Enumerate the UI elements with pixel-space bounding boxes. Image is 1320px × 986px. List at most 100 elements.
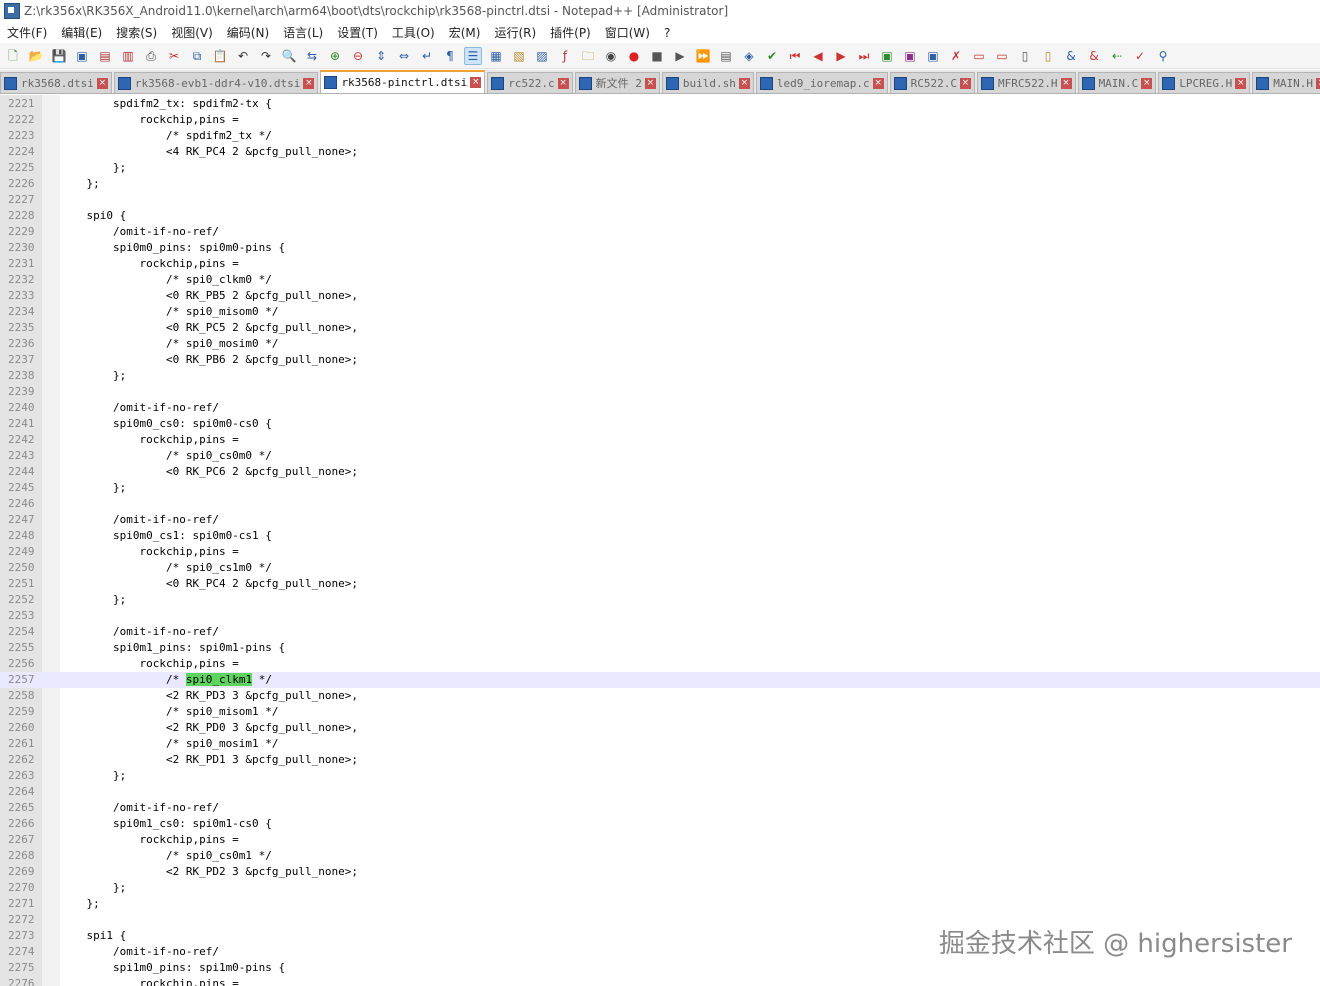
code-line[interactable]: 2221 spdifm2_tx: spdifm2-tx {: [0, 96, 1320, 112]
code-line[interactable]: 2239: [0, 384, 1320, 400]
code-line[interactable]: 2258 <2 RK_PD3 3 &pcfg_pull_none>,: [0, 688, 1320, 704]
doc-list-icon[interactable]: ▨: [533, 47, 551, 65]
tab-3[interactable]: rc522.c ×: [487, 72, 573, 93]
code-line[interactable]: 2232 /* spi0_clkm0 */: [0, 272, 1320, 288]
code-line[interactable]: 2234 /* spi0_misom0 */: [0, 304, 1320, 320]
code-line[interactable]: 2270 };: [0, 880, 1320, 896]
new-file-icon[interactable]: 🗋: [4, 47, 22, 65]
code-line[interactable]: 2254 /omit-if-no-ref/: [0, 624, 1320, 640]
code-line[interactable]: 2222 rockchip,pins =: [0, 112, 1320, 128]
code-line[interactable]: 2236 /* spi0_mosim0 */: [0, 336, 1320, 352]
menu-item-7[interactable]: 工具(O): [385, 24, 442, 41]
tab-close-icon[interactable]: ×: [738, 77, 750, 89]
code-line[interactable]: 2253: [0, 608, 1320, 624]
plugin-d-icon[interactable]: ✗: [947, 47, 965, 65]
menu-item-4[interactable]: 编码(N): [220, 24, 276, 41]
ampersand-icon[interactable]: &: [1062, 47, 1080, 65]
tab-1[interactable]: rk3568-evb1-ddr4-v10.dtsi ×: [113, 72, 319, 93]
run-macro-multiple-icon[interactable]: ⏩: [694, 47, 712, 65]
ampersand-red-icon[interactable]: &: [1085, 47, 1103, 65]
code-line[interactable]: 2256 rockchip,pins =: [0, 656, 1320, 672]
code-line[interactable]: 2250 /* spi0_cs1m0 */: [0, 560, 1320, 576]
code-line[interactable]: 2228 spi0 {: [0, 208, 1320, 224]
tab-6[interactable]: led9_ioremap.c ×: [755, 72, 888, 93]
settings-key-icon[interactable]: ⚲: [1154, 47, 1172, 65]
code-line[interactable]: 2240 /omit-if-no-ref/: [0, 400, 1320, 416]
code-line[interactable]: 2243 /* spi0_cs0m0 */: [0, 448, 1320, 464]
tab-8[interactable]: MFRC522.H ×: [976, 72, 1076, 93]
cut-icon[interactable]: ✂: [165, 47, 183, 65]
undo-icon[interactable]: ↶: [234, 47, 252, 65]
tab-close-icon[interactable]: ×: [644, 77, 656, 89]
arrow-check-icon[interactable]: ✓: [1131, 47, 1149, 65]
save-macro-icon[interactable]: ▤: [717, 47, 735, 65]
check-icon[interactable]: ✔: [763, 47, 781, 65]
tab-close-icon[interactable]: ×: [872, 77, 884, 89]
code-line[interactable]: 2245 };: [0, 480, 1320, 496]
word-wrap-icon[interactable]: ↵: [418, 47, 436, 65]
code-line[interactable]: 2225 };: [0, 160, 1320, 176]
code-line[interactable]: 2224 <4 RK_PC4 2 &pcfg_pull_none>;: [0, 144, 1320, 160]
tab-7[interactable]: RC522.C ×: [889, 72, 975, 93]
zoom-in-icon[interactable]: ⊕: [326, 47, 344, 65]
code-line[interactable]: 2231 rockchip,pins =: [0, 256, 1320, 272]
code-line[interactable]: 2227: [0, 192, 1320, 208]
tab-close-icon[interactable]: ×: [1060, 77, 1072, 89]
plugin-a-icon[interactable]: ▣: [878, 47, 896, 65]
tab-5[interactable]: build.sh ×: [661, 72, 754, 93]
code-line[interactable]: 2242 rockchip,pins =: [0, 432, 1320, 448]
find-icon[interactable]: 🔍: [280, 47, 298, 65]
udl-icon[interactable]: ▦: [487, 47, 505, 65]
code-line[interactable]: 2264: [0, 784, 1320, 800]
code-line[interactable]: 2223 /* spdifm2_tx */: [0, 128, 1320, 144]
code-line[interactable]: 2263 };: [0, 768, 1320, 784]
code-line[interactable]: 2260 <2 RK_PD0 3 &pcfg_pull_none>,: [0, 720, 1320, 736]
code-line[interactable]: 2257 /* spi0_clkm1 */: [0, 672, 1320, 688]
open-file-icon[interactable]: 📂: [27, 47, 45, 65]
plugin-e-icon[interactable]: ▭: [970, 47, 988, 65]
record-macro-icon[interactable]: ●: [625, 47, 643, 65]
plugin-h-icon[interactable]: ▯: [1039, 47, 1057, 65]
code-line[interactable]: 2249 rockchip,pins =: [0, 544, 1320, 560]
code-line[interactable]: 2246: [0, 496, 1320, 512]
code-line[interactable]: 2241 spi0m0_cs0: spi0m0-cs0 {: [0, 416, 1320, 432]
plugin-f-icon[interactable]: ▭: [993, 47, 1011, 65]
code-line[interactable]: 2247 /omit-if-no-ref/: [0, 512, 1320, 528]
code-line[interactable]: 2238 };: [0, 368, 1320, 384]
folder-workspace-icon[interactable]: 🗀: [579, 47, 597, 65]
code-line[interactable]: 2261 /* spi0_mosim1 */: [0, 736, 1320, 752]
menu-item-6[interactable]: 设置(T): [330, 24, 385, 41]
menu-item-3[interactable]: 视图(V): [164, 24, 220, 41]
last-diff-icon[interactable]: ⏭: [855, 47, 873, 65]
sync-horizontal-icon[interactable]: ⇔: [395, 47, 413, 65]
code-line[interactable]: 2244 <0 RK_PC6 2 &pcfg_pull_none>;: [0, 464, 1320, 480]
stop-record-icon[interactable]: ■: [648, 47, 666, 65]
next-diff-icon[interactable]: ▶: [832, 47, 850, 65]
code-line[interactable]: 2262 <2 RK_PD1 3 &pcfg_pull_none>;: [0, 752, 1320, 768]
code-line[interactable]: 2259 /* spi0_misom1 */: [0, 704, 1320, 720]
code-line[interactable]: 2268 /* spi0_cs0m1 */: [0, 848, 1320, 864]
code-line[interactable]: 2255 spi0m1_pins: spi0m1-pins {: [0, 640, 1320, 656]
save-all-icon[interactable]: ▣: [73, 47, 91, 65]
tab-10[interactable]: LPCREG.H ×: [1158, 72, 1251, 93]
tab-close-icon[interactable]: ×: [470, 77, 482, 88]
replace-icon[interactable]: ⇆: [303, 47, 321, 65]
paste-icon[interactable]: 📋: [211, 47, 229, 65]
doc-map-icon[interactable]: ▧: [510, 47, 528, 65]
tab-close-icon[interactable]: ×: [96, 77, 108, 89]
code-line[interactable]: 2275 spi1m0_pins: spi1m0-pins {: [0, 960, 1320, 976]
tab-4[interactable]: 新文件 2 ×: [574, 72, 660, 93]
zoom-out-icon[interactable]: ⊖: [349, 47, 367, 65]
code-line[interactable]: 2235 <0 RK_PC5 2 &pcfg_pull_none>,: [0, 320, 1320, 336]
code-line[interactable]: 2265 /omit-if-no-ref/: [0, 800, 1320, 816]
tab-close-icon[interactable]: ×: [303, 77, 315, 89]
compare-icon[interactable]: ◈: [740, 47, 758, 65]
code-line[interactable]: 2252 };: [0, 592, 1320, 608]
redo-icon[interactable]: ↷: [257, 47, 275, 65]
menu-item-12[interactable]: ?: [657, 26, 677, 40]
menu-item-11[interactable]: 窗口(W): [598, 24, 657, 41]
print-icon[interactable]: ⎙: [142, 47, 160, 65]
close-icon[interactable]: ▤: [96, 47, 114, 65]
tab-close-icon[interactable]: ×: [1141, 77, 1153, 89]
playback-macro-icon[interactable]: ▶: [671, 47, 689, 65]
